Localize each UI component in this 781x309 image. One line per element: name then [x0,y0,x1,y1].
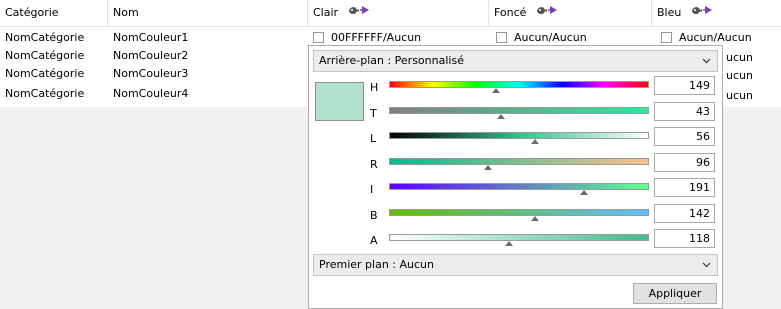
slider-thumb[interactable] [492,88,500,93]
light-checkbox[interactable] [313,32,324,43]
slider-track-b[interactable] [389,209,649,216]
apply-button[interactable]: Appliquer [633,283,717,304]
slider-value-input[interactable]: 43 [654,102,715,121]
slider-thumb[interactable] [484,165,492,170]
column-header-light[interactable]: Clair [308,0,489,26]
column-header-dark[interactable]: Foncé [489,0,652,26]
name-cell: NomCouleur4 [113,87,189,100]
slider-label: R [370,158,378,171]
slider-thumb[interactable] [531,139,539,144]
category-cell: NomCatégorie [5,67,85,80]
column-header-blue[interactable]: Bleu [652,0,781,26]
column-header-label: Nom [113,6,139,19]
slider-track-t[interactable] [389,107,649,114]
blue-cell-partial: ucun [726,69,753,82]
slider-thumb[interactable] [497,114,505,119]
color-edit-icon[interactable] [348,0,370,26]
background-combo[interactable]: Arrière-plan : Personnalisé [313,50,718,72]
column-header-label: Bleu [657,6,682,19]
slider-label: T [370,107,377,120]
column-header-name[interactable]: Nom [108,0,308,26]
slider-thumb[interactable] [580,190,588,195]
slider-label: B [370,209,378,222]
blue-checkbox[interactable] [661,32,672,43]
blue-cell-partial: ucun [726,51,753,64]
column-header-label: Catégorie [5,6,59,19]
chevron-down-icon [702,255,711,282]
slider-track-i[interactable] [389,183,649,190]
category-cell: NomCatégorie [5,87,85,100]
dark-checkbox[interactable] [496,32,507,43]
slider-value-input[interactable]: 118 [654,229,715,248]
slider-value-input[interactable]: 149 [654,76,715,95]
slider-value-input[interactable]: 96 [654,153,715,172]
slider-value-input[interactable]: 142 [654,204,715,223]
color-edit-icon[interactable] [536,0,558,26]
category-cell: NomCatégorie [5,31,85,44]
category-cell: NomCatégorie [5,49,85,62]
column-header-label: Clair [313,6,339,19]
slider-value-input[interactable]: 56 [654,127,715,146]
slider-track-r[interactable] [389,158,649,165]
background-combo-label: Arrière-plan : Personnalisé [319,54,464,67]
slider-track-h[interactable] [389,81,649,88]
slider-track-a[interactable] [389,234,649,241]
blue-cell-partial: ucun [726,89,753,102]
slider-label: H [370,81,379,94]
slider-label: I [370,183,374,196]
color-editor-popup: Arrière-plan : Personnalisé H 149 T 43 L 56 R 9… [308,45,723,309]
foreground-combo[interactable]: Premier plan : Aucun [313,254,718,276]
slider-label: L [370,132,377,145]
grid-header: Catégorie Nom Clair Foncé Bleu [0,0,781,27]
slider-label: A [370,234,378,247]
slider-value-input[interactable]: 191 [654,178,715,197]
slider-thumb[interactable] [505,241,513,246]
chevron-down-icon [702,51,711,78]
column-header-category[interactable]: Catégorie [0,0,108,26]
color-preview-swatch [315,82,364,121]
name-cell: NomCouleur3 [113,67,189,80]
color-edit-icon[interactable] [691,0,713,26]
name-cell: NomCouleur2 [113,49,189,62]
name-cell: NomCouleur1 [113,31,189,44]
slider-track-l[interactable] [389,132,649,139]
column-header-label: Foncé [494,6,527,19]
foreground-combo-label: Premier plan : Aucun [319,258,434,271]
slider-thumb[interactable] [531,216,539,221]
